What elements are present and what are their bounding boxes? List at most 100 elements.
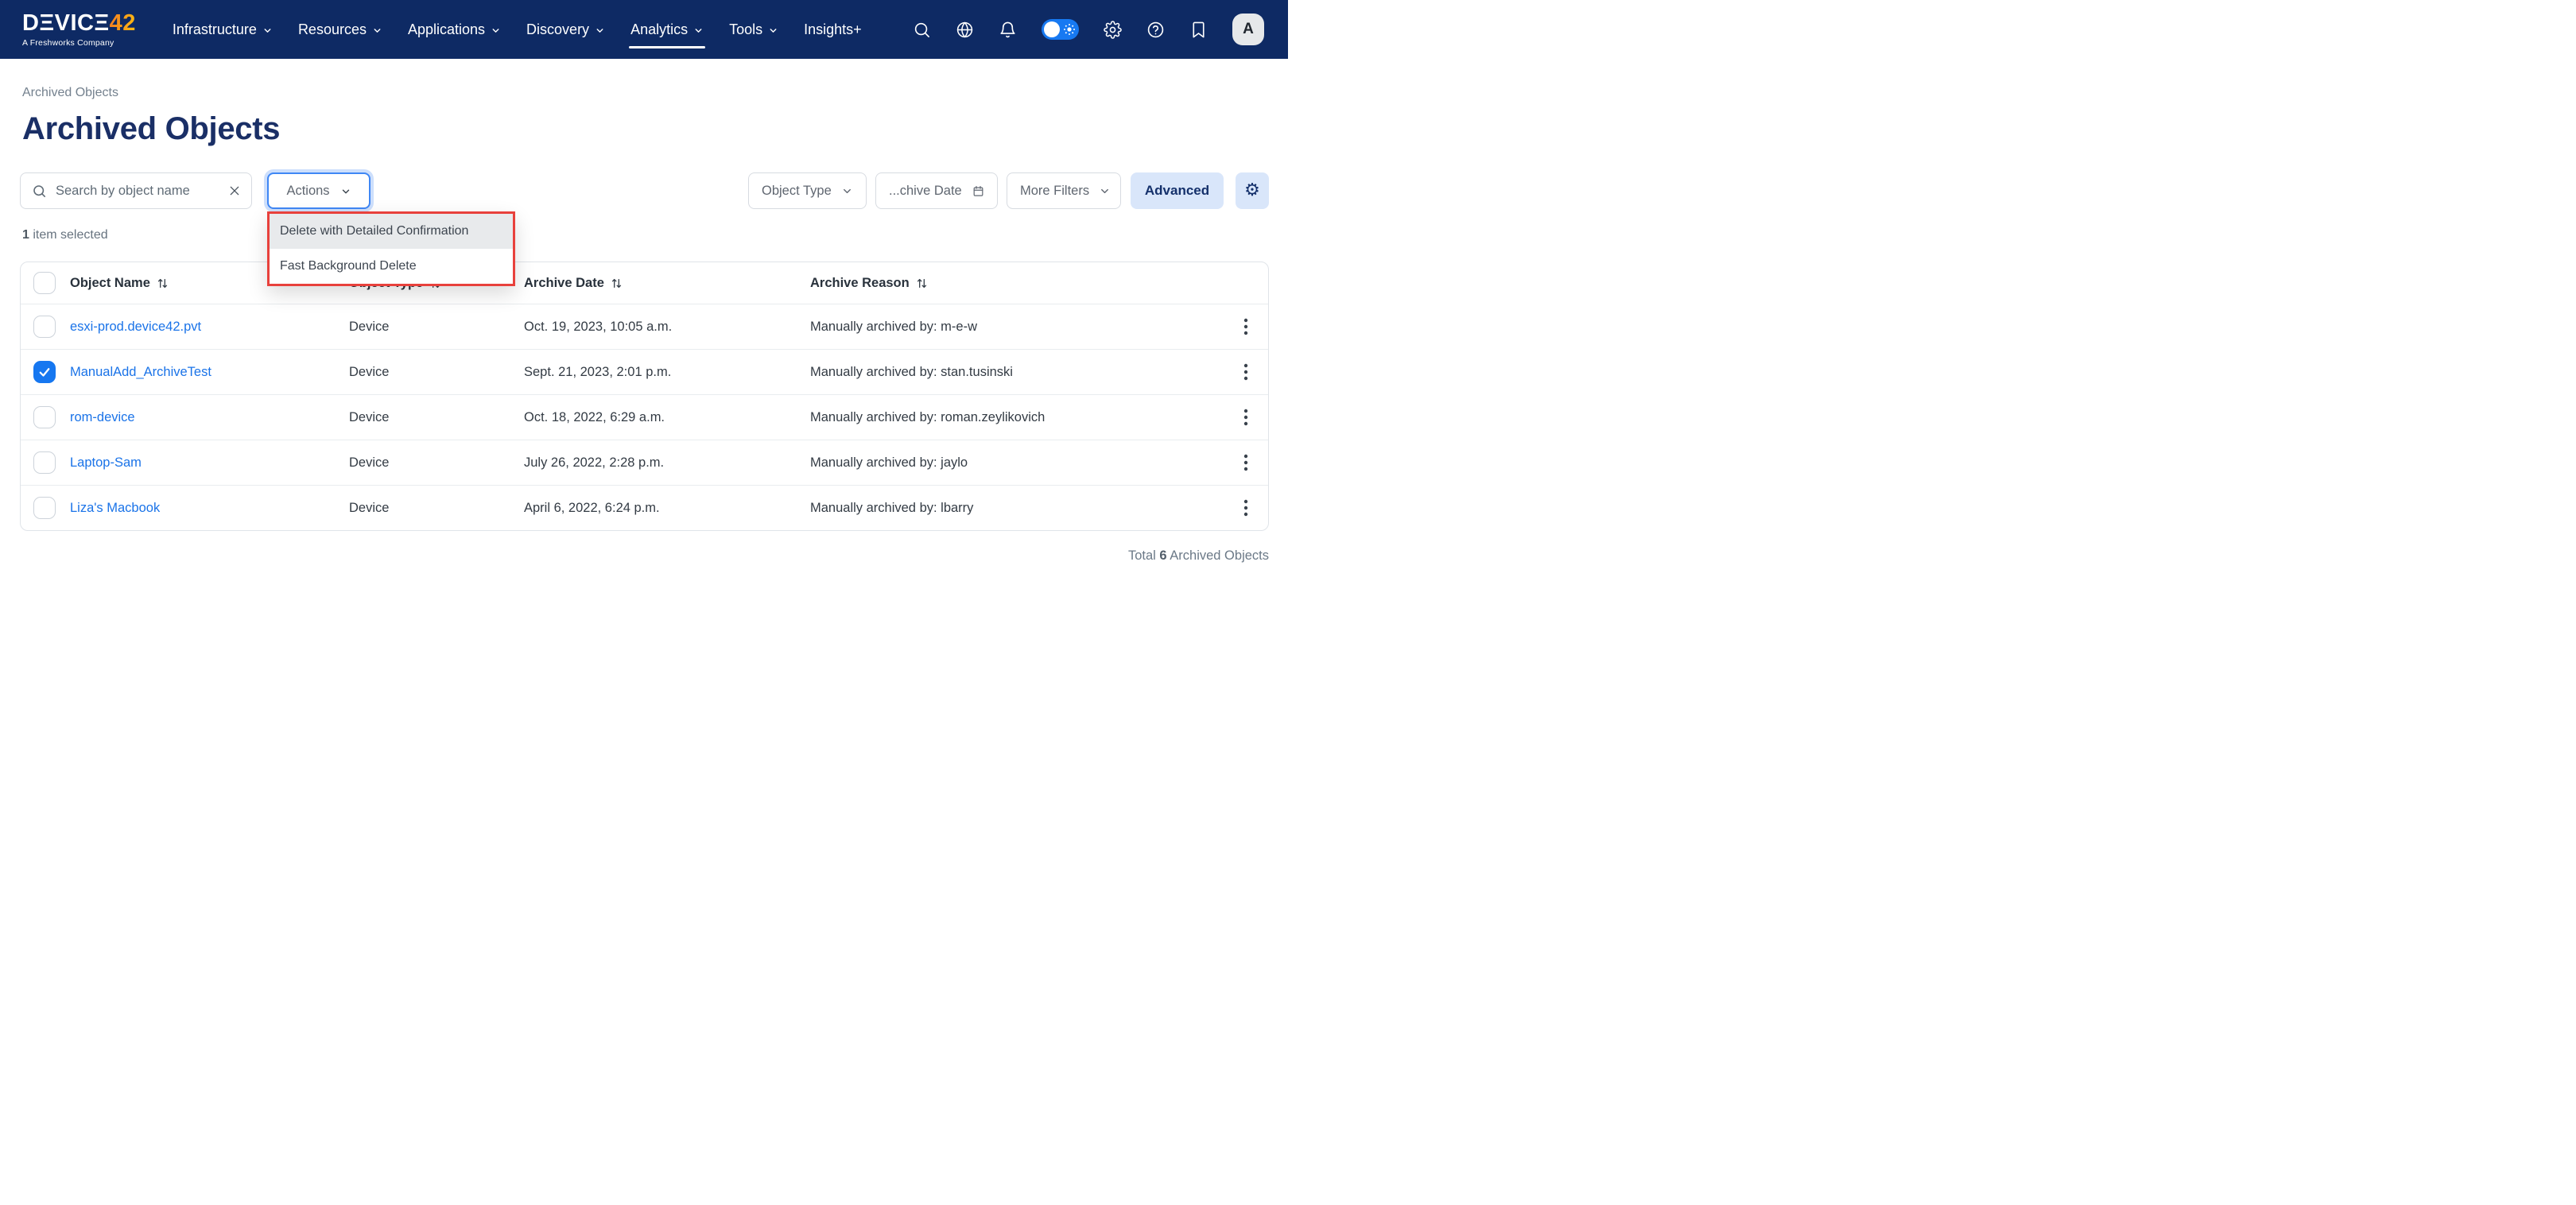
search-box[interactable] [20, 172, 252, 209]
chevron-down-icon [768, 25, 778, 36]
table-row: esxi-prod.device42.pvt Device Oct. 19, 2… [21, 304, 1268, 349]
chevron-down-icon [262, 25, 273, 36]
row-checkbox[interactable] [33, 497, 56, 519]
column-header-archive-date[interactable]: Archive Date [524, 276, 810, 291]
help-icon[interactable] [1146, 21, 1165, 39]
object-name-link[interactable]: esxi-prod.device42.pvt [70, 320, 201, 335]
calendar-icon [972, 185, 984, 197]
table-row: Laptop-Sam Device July 26, 2022, 2:28 p.… [21, 440, 1268, 485]
nav-label: Insights+ [804, 21, 862, 38]
nav-item-applications[interactable]: Applications [395, 0, 514, 59]
row-menu-kebab-icon[interactable] [1237, 315, 1255, 339]
object-type-cell: Device [349, 365, 524, 380]
row-checkbox-checked[interactable] [33, 361, 56, 383]
chevron-down-icon [372, 25, 382, 36]
advanced-button[interactable]: Advanced [1131, 172, 1224, 209]
row-checkbox[interactable] [33, 451, 56, 474]
search-icon [32, 184, 47, 199]
nav-item-analytics[interactable]: Analytics [618, 0, 716, 59]
archive-reason-cell: Manually archived by: roman.zeylikovich [810, 410, 1224, 425]
bookmark-icon[interactable] [1189, 21, 1208, 39]
main-nav: Infrastructure Resources Applications Di… [160, 0, 875, 59]
theme-toggle[interactable] [1042, 19, 1079, 40]
search-icon[interactable] [913, 21, 931, 39]
chevron-down-icon [491, 25, 501, 36]
table-row: ManualAdd_ArchiveTest Device Sept. 21, 2… [21, 349, 1268, 394]
clear-search-icon[interactable] [228, 184, 241, 197]
row-menu-kebab-icon[interactable] [1237, 360, 1255, 384]
actions-button[interactable]: Actions [267, 172, 370, 209]
table-row: Liza's Macbook Device April 6, 2022, 6:2… [21, 485, 1268, 530]
nav-label: Discovery [526, 21, 589, 38]
object-type-cell: Device [349, 320, 524, 335]
page-title: Archived Objects [22, 110, 1269, 147]
logo-brand-white: DΞVICΞ [22, 10, 110, 36]
archive-reason-cell: Manually archived by: stan.tusinski [810, 365, 1224, 380]
select-all-checkbox[interactable] [33, 272, 56, 294]
sort-icon[interactable] [916, 277, 928, 289]
row-menu-kebab-icon[interactable] [1237, 496, 1255, 520]
actions-dropdown-wrap: Actions Delete with Detailed Confirmatio… [267, 172, 370, 209]
chevron-down-icon [841, 185, 853, 197]
sort-icon[interactable] [611, 277, 623, 289]
gear-icon[interactable] [1104, 21, 1122, 39]
object-name-link[interactable]: rom-device [70, 410, 135, 425]
filter-label: More Filters [1020, 184, 1089, 199]
column-label: Archive Reason [810, 276, 910, 291]
total-suffix: Archived Objects [1170, 548, 1269, 563]
column-label: Object Name [70, 276, 150, 291]
main-content: Archived Objects Archived Objects Action… [0, 59, 1288, 564]
logo-brand-accent: 42 [110, 10, 136, 36]
sort-icon[interactable] [157, 277, 169, 289]
table-header-row: Object Name Object Type Archive Date Arc… [21, 262, 1268, 304]
actions-menu: Delete with Detailed Confirmation Fast B… [267, 211, 515, 286]
archive-reason-cell: Manually archived by: jaylo [810, 455, 1224, 471]
object-name-link[interactable]: Laptop-Sam [70, 455, 142, 471]
table-row: rom-device Device Oct. 18, 2022, 6:29 a.… [21, 394, 1268, 440]
gear-icon: ⚙ [1244, 182, 1260, 200]
row-menu-kebab-icon[interactable] [1237, 451, 1255, 475]
sun-icon [1063, 23, 1076, 36]
bell-icon[interactable] [999, 21, 1017, 39]
breadcrumb[interactable]: Archived Objects [22, 85, 1269, 101]
object-type-filter[interactable]: Object Type [748, 172, 867, 209]
nav-item-insights[interactable]: Insights+ [791, 0, 875, 59]
menu-item-delete-detailed[interactable]: Delete with Detailed Confirmation [270, 214, 513, 249]
filter-label: ...chive Date [889, 184, 962, 199]
device42-logo[interactable]: DΞVICΞ42 A Freshworks Company [22, 12, 136, 48]
user-avatar[interactable]: A [1232, 14, 1264, 45]
nav-item-discovery[interactable]: Discovery [514, 0, 618, 59]
column-header-archive-reason[interactable]: Archive Reason [810, 276, 1224, 291]
logo-subtitle: A Freshworks Company [22, 38, 136, 48]
archive-date-cell: Oct. 19, 2023, 10:05 a.m. [524, 320, 810, 335]
nav-label: Resources [298, 21, 367, 38]
column-label: Archive Date [524, 276, 604, 291]
chevron-down-icon [693, 25, 704, 36]
globe-icon[interactable] [956, 21, 974, 39]
object-name-link[interactable]: Liza's Macbook [70, 501, 160, 516]
archive-date-filter[interactable]: ...chive Date [875, 172, 998, 209]
menu-item-fast-delete[interactable]: Fast Background Delete [270, 249, 513, 284]
nav-label: Tools [729, 21, 762, 38]
row-checkbox[interactable] [33, 406, 56, 428]
controls-row: Actions Delete with Detailed Confirmatio… [20, 172, 1269, 209]
more-filters-button[interactable]: More Filters [1007, 172, 1121, 209]
nav-label: Applications [408, 21, 485, 38]
nav-label: Analytics [630, 21, 688, 38]
search-input[interactable] [56, 184, 219, 199]
nav-item-infrastructure[interactable]: Infrastructure [160, 0, 285, 59]
total-count: 6 [1159, 548, 1166, 563]
row-menu-kebab-icon[interactable] [1237, 405, 1255, 429]
selection-count: 1 [22, 228, 29, 242]
navbar-icon-cluster: A [913, 14, 1264, 45]
row-checkbox[interactable] [33, 316, 56, 338]
object-name-link[interactable]: ManualAdd_ArchiveTest [70, 365, 211, 380]
nav-item-resources[interactable]: Resources [285, 0, 395, 59]
selection-text: item selected [33, 228, 107, 242]
avatar-initial: A [1243, 21, 1254, 38]
object-type-cell: Device [349, 455, 524, 471]
archive-date-cell: Sept. 21, 2023, 2:01 p.m. [524, 365, 810, 380]
nav-item-tools[interactable]: Tools [716, 0, 791, 59]
table-settings-button[interactable]: ⚙ [1236, 172, 1269, 209]
archive-reason-cell: Manually archived by: m-e-w [810, 320, 1224, 335]
